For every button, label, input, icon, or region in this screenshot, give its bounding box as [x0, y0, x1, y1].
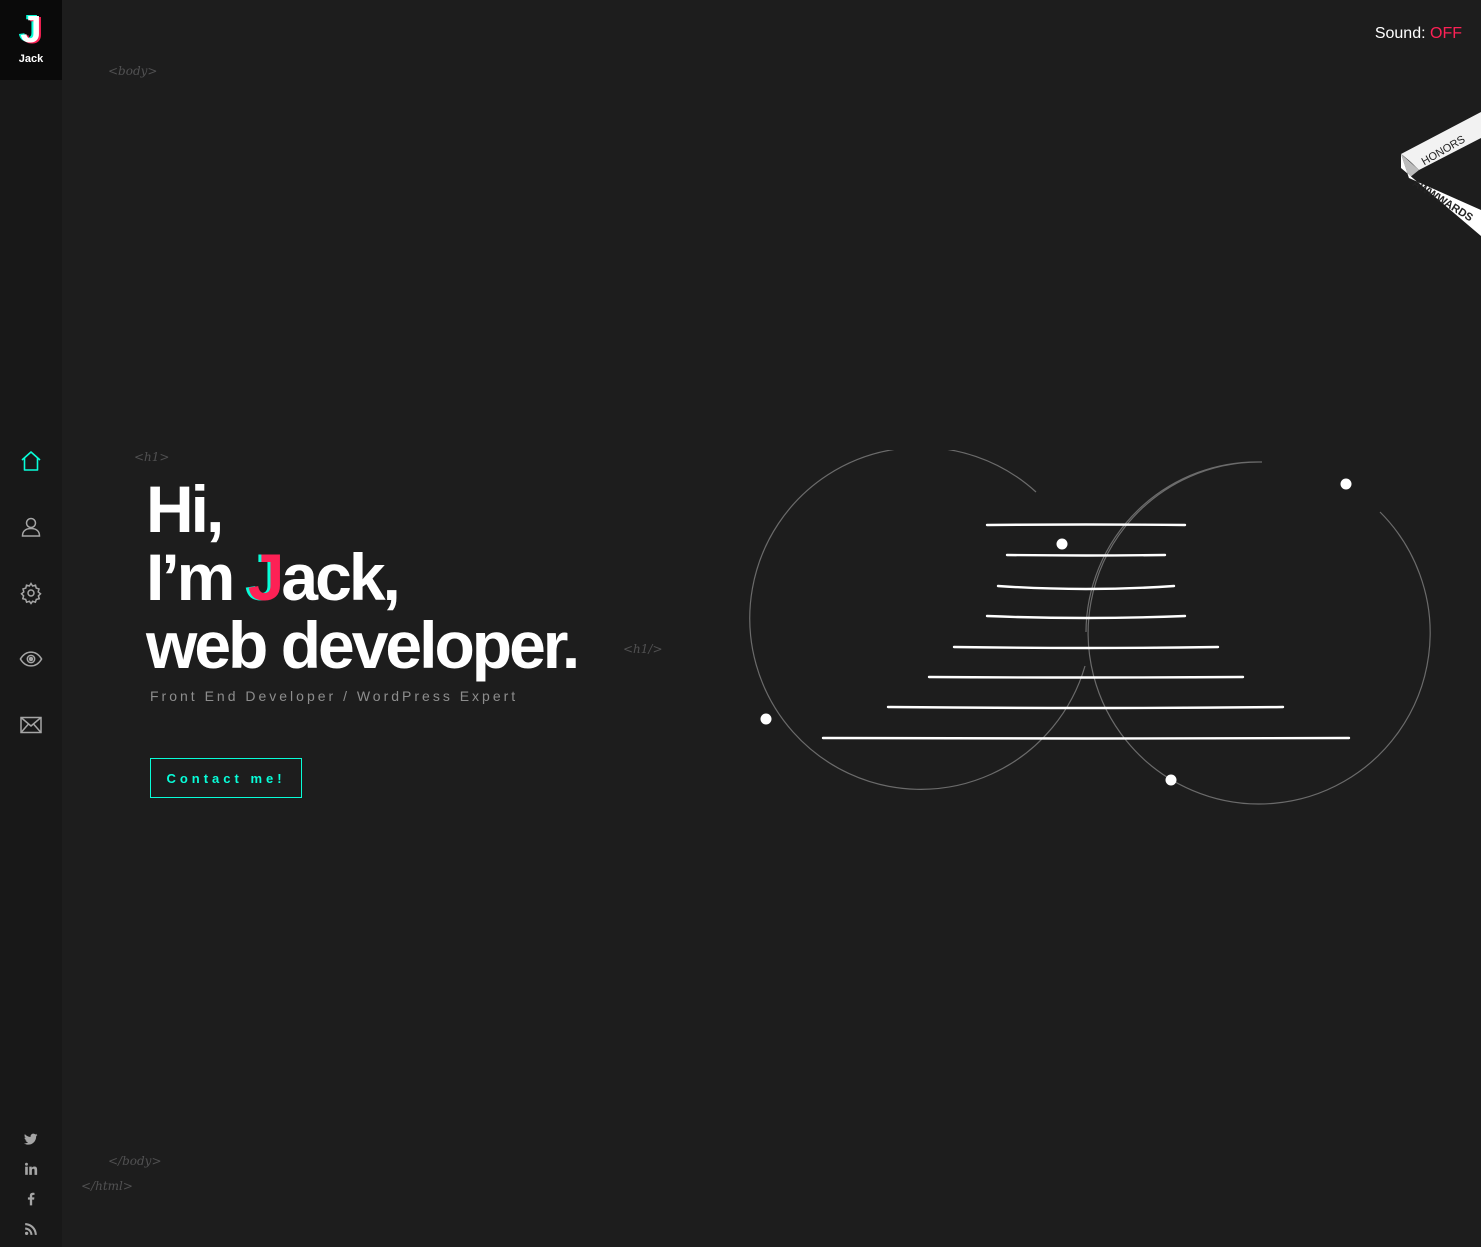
body-close-tag: </body>: [108, 1154, 162, 1168]
linkedin-link[interactable]: [21, 1159, 41, 1179]
hero-initial: JJ: [245, 540, 285, 614]
logo-name: Jack: [18, 53, 44, 65]
ribbon-bottom-text: AWWWARDS: [1410, 177, 1475, 224]
sound-toggle[interactable]: Sound: OFF: [1375, 25, 1462, 43]
eye-icon: [19, 651, 43, 667]
hero-artwork: [749, 450, 1431, 805]
facebook-link[interactable]: [21, 1189, 41, 1209]
art-circle-right: [1085, 461, 1431, 805]
home-icon: [21, 451, 41, 471]
nav-skills[interactable]: [16, 578, 46, 608]
sidebar: J J J Jack: [0, 0, 62, 1247]
hero-initial-letter: J: [247, 540, 285, 614]
body-open-tag: <body>: [108, 64, 158, 78]
awwwards-ribbon[interactable]: HONORS AWWWARDS: [1391, 108, 1481, 243]
hero-line-1: Hi,: [146, 472, 224, 546]
contact-button[interactable]: Contact me!: [150, 758, 302, 798]
html-close-tag: </html>: [81, 1179, 133, 1193]
nav-contact[interactable]: [16, 710, 46, 740]
hero-line-3: web developer.: [146, 608, 580, 682]
nav-home[interactable]: [16, 446, 46, 476]
h1-close-tag: <h1/>: [623, 642, 663, 656]
linkedin-icon: [25, 1162, 38, 1175]
hero-subtitle: Front End Developer / WordPress Expert: [150, 688, 519, 704]
hero-line-2-rest: ack,: [281, 540, 400, 614]
sound-state: OFF: [1430, 25, 1462, 42]
hero-heading: Hi, I’m J Jack, web developer.: [146, 472, 580, 682]
mail-icon: [20, 716, 42, 734]
rss-icon: [24, 1223, 37, 1236]
logo[interactable]: J J J Jack: [0, 0, 62, 80]
nav-about[interactable]: [16, 512, 46, 542]
rss-link[interactable]: [21, 1219, 41, 1239]
gear-icon: [20, 582, 42, 605]
hero-line-2-prefix: I’m: [146, 540, 248, 614]
user-icon: [21, 517, 41, 537]
hero-line-2: I’m J Jack,: [146, 543, 577, 611]
twitter-link[interactable]: [21, 1129, 41, 1149]
h1-open-tag: <h1>: [134, 450, 170, 464]
sound-label: Sound:: [1374, 25, 1426, 42]
twitter-icon: [24, 1133, 38, 1145]
logo-letter: J: [20, 9, 42, 51]
nav-work[interactable]: [16, 644, 46, 674]
facebook-icon: [27, 1192, 35, 1206]
ribbon-graphic: HONORS AWWWARDS: [1401, 112, 1481, 236]
